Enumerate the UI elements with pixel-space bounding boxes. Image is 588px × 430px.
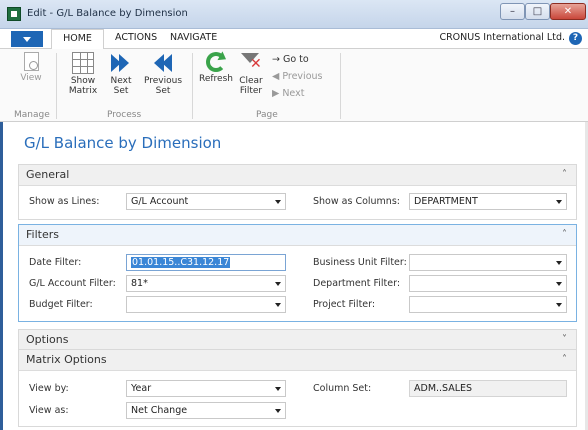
view-icon (23, 52, 39, 71)
clear-filter-icon (240, 52, 262, 74)
view-as-label: View as: (29, 405, 69, 416)
budget-filter-input[interactable] (126, 296, 286, 313)
department-filter-input[interactable] (409, 275, 567, 292)
ribbon-tabs: HOME ACTIONS NAVIGATE CRONUS Internation… (0, 29, 588, 50)
column-set-field: ADM..SALES (409, 380, 567, 397)
fasttab-options: Options ˅ (18, 329, 577, 351)
clear-filter-button[interactable]: Clear Filter (238, 52, 264, 96)
chevron-down-icon[interactable]: ˅ (562, 330, 567, 350)
group-label-process: Process (107, 110, 142, 120)
help-icon[interactable]: ? (569, 32, 582, 45)
go-to-button[interactable]: → Go to (272, 54, 309, 65)
business-unit-filter-input[interactable] (409, 254, 567, 271)
double-chevron-left-icon (152, 52, 174, 74)
show-as-columns-select[interactable]: DEPARTMENT (409, 193, 567, 210)
project-filter-input[interactable] (409, 296, 567, 313)
page-title: G/L Balance by Dimension (24, 134, 222, 152)
chevron-down-icon (275, 282, 281, 286)
previous-button[interactable]: ◀ Previous (272, 71, 322, 82)
chevron-down-icon (556, 200, 562, 204)
app-icon (7, 7, 21, 21)
budget-filter-label: Budget Filter: (29, 299, 93, 310)
ribbon: View Manage Show Matrix Next Set Previou… (0, 49, 588, 122)
ribbon-separator (340, 53, 341, 119)
previous-set-button[interactable]: Previous Set (141, 52, 185, 96)
group-label-manage: Manage (14, 110, 50, 120)
ribbon-separator (192, 53, 193, 119)
project-filter-label: Project Filter: (313, 299, 376, 310)
chevron-up-icon[interactable]: ˄ (562, 165, 567, 185)
fasttab-header-filters[interactable]: Filters ˄ (19, 225, 576, 246)
view-button[interactable]: View (16, 52, 46, 83)
fasttab-header-matrix-options[interactable]: Matrix Options ˄ (19, 350, 576, 371)
fasttab-header-general[interactable]: General ˄ (19, 165, 576, 186)
double-chevron-right-icon (110, 52, 132, 74)
chevron-down-icon (556, 282, 562, 286)
close-button[interactable]: ✕ (550, 3, 586, 20)
view-by-select[interactable]: Year (126, 380, 286, 397)
title-bar: Edit - G/L Balance by Dimension – □ ✕ (0, 0, 588, 29)
window-edge (0, 122, 3, 430)
company-name: CRONUS International Ltd. (439, 32, 565, 43)
show-as-lines-select[interactable]: G/L Account (126, 193, 286, 210)
department-filter-label: Department Filter: (313, 278, 401, 289)
tab-actions[interactable]: ACTIONS (115, 32, 157, 43)
view-as-select[interactable]: Net Change (126, 402, 286, 419)
show-as-lines-label: Show as Lines: (29, 196, 100, 207)
minimize-button[interactable]: – (500, 3, 525, 20)
chevron-up-icon[interactable]: ˄ (562, 225, 567, 245)
view-by-label: View by: (29, 383, 69, 394)
application-menu-button[interactable] (11, 31, 43, 47)
column-set-label: Column Set: (313, 383, 372, 394)
tab-home[interactable]: HOME (51, 29, 104, 50)
date-filter-input[interactable]: 01.01.15..C31.12.17 (126, 254, 286, 271)
fasttab-filters: Filters ˄ Date Filter: 01.01.15..C31.12.… (18, 224, 577, 322)
chevron-up-icon[interactable]: ˄ (562, 350, 567, 370)
chevron-down-icon (556, 303, 562, 307)
chevron-down-icon (275, 409, 281, 413)
chevron-down-icon (275, 303, 281, 307)
date-filter-label: Date Filter: (29, 257, 82, 268)
next-button[interactable]: ▶ Next (272, 88, 304, 99)
show-matrix-button[interactable]: Show Matrix (66, 52, 100, 96)
chevron-down-icon (556, 261, 562, 265)
maximize-button[interactable]: □ (525, 3, 550, 20)
fasttab-matrix-options: Matrix Options ˄ View by: Year View as: … (18, 349, 577, 427)
next-set-button[interactable]: Next Set (107, 52, 135, 96)
gl-account-filter-input[interactable]: 81* (126, 275, 286, 292)
refresh-icon (206, 52, 226, 72)
chevron-down-icon (275, 200, 281, 204)
fasttab-general: General ˄ Show as Lines: G/L Account Sho… (18, 164, 577, 220)
matrix-icon (72, 52, 94, 74)
business-unit-filter-label: Business Unit Filter: (313, 257, 407, 268)
ribbon-separator (56, 53, 57, 119)
gl-account-filter-label: G/L Account Filter: (29, 278, 116, 289)
show-as-columns-label: Show as Columns: (313, 196, 400, 207)
group-label-page: Page (256, 110, 278, 120)
fasttab-header-options[interactable]: Options ˅ (19, 330, 576, 351)
window-title: Edit - G/L Balance by Dimension (27, 8, 188, 19)
tab-navigate[interactable]: NAVIGATE (170, 32, 217, 43)
chevron-down-icon (275, 387, 281, 391)
refresh-button[interactable]: Refresh (197, 52, 235, 84)
